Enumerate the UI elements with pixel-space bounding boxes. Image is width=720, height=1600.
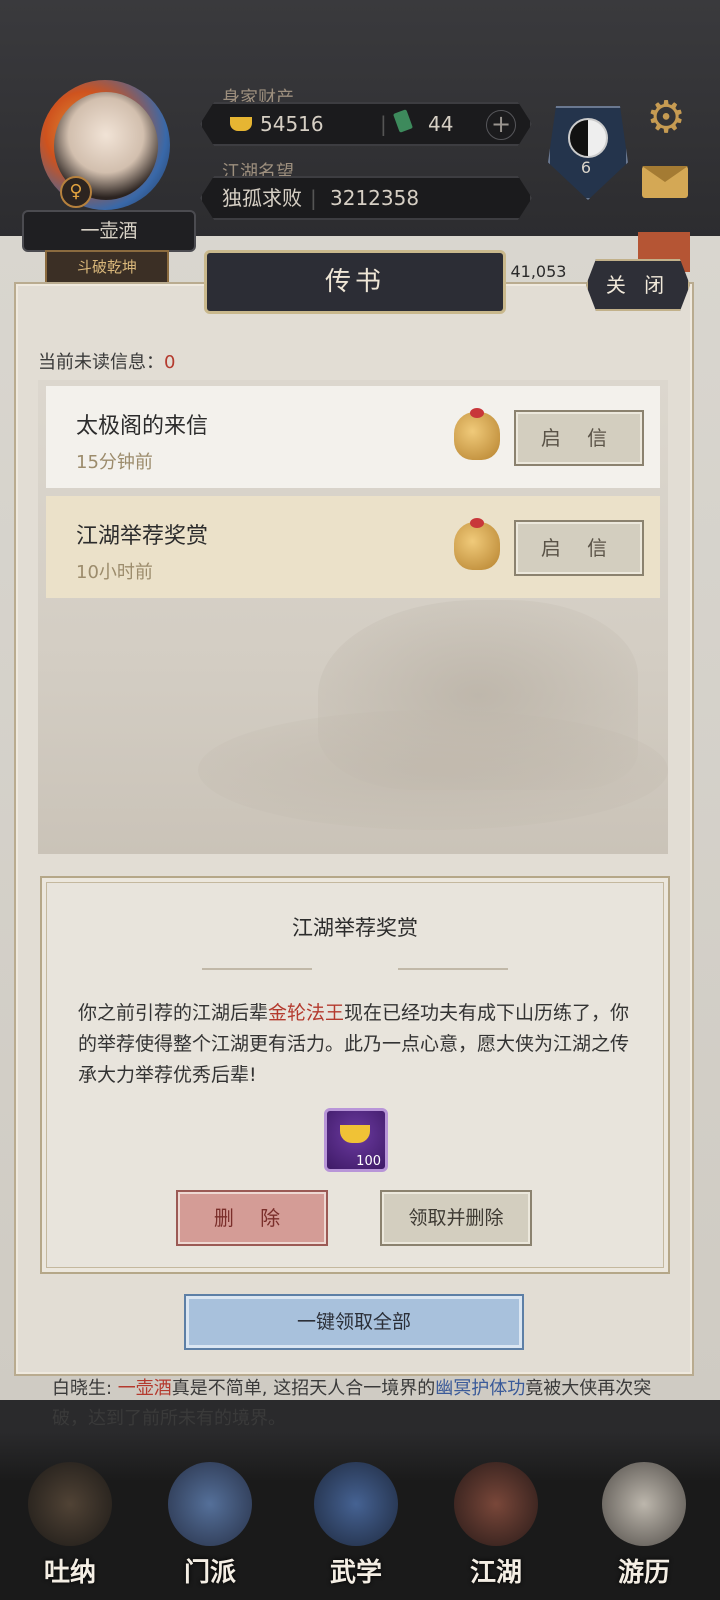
claim-all-button[interactable]: 一键领取全部 bbox=[184, 1294, 524, 1350]
chat-skill: 幽冥护体功 bbox=[435, 1378, 526, 1399]
message-list: 太极阁的来信 15分钟前 启 信 江湖举荐奖赏 10小时前 启 信 bbox=[38, 380, 668, 854]
divider-right bbox=[398, 968, 508, 970]
gold-amount: 54516 bbox=[260, 112, 324, 136]
chat-message: 白晓生: 一壶酒真是不简单, 这招天人合一境界的幽冥护体功竟被大侠再次突破，达到… bbox=[52, 1374, 672, 1434]
message-title: 太极阁的来信 bbox=[76, 414, 209, 439]
player-name: 一壶酒 bbox=[22, 210, 196, 252]
sect-icon bbox=[168, 1462, 252, 1546]
ink-painting-rock bbox=[198, 710, 668, 830]
gender-female-icon: ♀ bbox=[60, 176, 92, 208]
player-title: 斗破乾坤 bbox=[45, 250, 169, 284]
list-item-selected[interactable]: 江湖举荐奖赏 10小时前 启 信 bbox=[46, 496, 660, 598]
taiji-icon bbox=[568, 118, 608, 158]
nav-item-meditation[interactable]: 吐纳 bbox=[10, 1462, 130, 1592]
dialog-title: 传书 bbox=[204, 250, 506, 314]
nav-item-jianghu[interactable]: 江湖 bbox=[436, 1462, 556, 1592]
chat-text: 真是不简单, 这招天人合一境界的 bbox=[171, 1378, 436, 1399]
body-text: 你之前引荐的江湖后辈 bbox=[78, 1002, 269, 1024]
jianghu-icon bbox=[454, 1462, 538, 1546]
reputation-value: 3212358 bbox=[330, 186, 420, 210]
gold-ingot-icon bbox=[340, 1125, 370, 1143]
list-item[interactable]: 太极阁的来信 15分钟前 启 信 bbox=[46, 386, 660, 488]
nav-label: 吐纳 bbox=[43, 1558, 96, 1588]
gold-ingot-icon bbox=[230, 104, 252, 144]
wealth-bar: 54516 | 44 + bbox=[200, 102, 532, 146]
gift-bag-icon bbox=[454, 408, 500, 460]
bottom-nav: 吐纳 门派 武学 江湖 游历 bbox=[0, 1432, 720, 1600]
mail-icon[interactable] bbox=[642, 166, 688, 198]
rank-title: 独孤求败 bbox=[222, 186, 302, 210]
message-time: 15分钟前 bbox=[76, 452, 153, 473]
nav-label: 游历 bbox=[617, 1558, 670, 1588]
chat-player-name: 一壶酒 bbox=[117, 1378, 172, 1399]
nav-item-travel[interactable]: 游历 bbox=[584, 1462, 704, 1592]
reward-item[interactable]: 100 bbox=[324, 1108, 388, 1172]
level-badge[interactable]: 6 bbox=[548, 96, 628, 206]
close-button[interactable]: 关 闭 bbox=[586, 259, 690, 311]
claim-and-delete-button[interactable]: 领取并删除 bbox=[380, 1190, 532, 1246]
delete-button[interactable]: 删 除 bbox=[176, 1190, 328, 1246]
nav-label: 武学 bbox=[329, 1558, 382, 1588]
player-avatar[interactable]: ♀ bbox=[22, 80, 192, 230]
unread-label: 当前未读信息： bbox=[38, 352, 164, 373]
message-time: 10小时前 bbox=[76, 562, 153, 583]
body-highlight-name: 金轮法王 bbox=[268, 1002, 345, 1024]
gear-icon[interactable]: ⚙ bbox=[642, 94, 690, 142]
travel-icon bbox=[602, 1462, 686, 1546]
nav-item-martial-arts[interactable]: 武学 bbox=[296, 1462, 416, 1592]
message-title: 江湖举荐奖赏 bbox=[76, 524, 209, 549]
nav-item-sect[interactable]: 门派 bbox=[150, 1462, 270, 1592]
divider-left bbox=[202, 968, 312, 970]
chat-speaker: 白晓生: bbox=[52, 1378, 118, 1399]
nav-label: 门派 bbox=[183, 1558, 236, 1588]
detail-title: 江湖举荐奖赏 bbox=[292, 916, 418, 940]
bar-separator: | bbox=[380, 112, 387, 136]
reward-quantity: 100 bbox=[356, 1154, 381, 1169]
open-letter-button[interactable]: 启 信 bbox=[514, 410, 644, 466]
message-detail-panel: 江湖举荐奖赏 你之前引荐的江湖后辈金轮法王现在已经功夫有成下山历练了，你的举荐使… bbox=[40, 876, 670, 1274]
gift-bag-icon bbox=[454, 518, 500, 570]
jade-amount: 44 bbox=[428, 112, 454, 136]
bar-separator: | bbox=[310, 186, 317, 210]
unread-number: 0 bbox=[164, 352, 176, 373]
detail-body: 你之前引荐的江湖后辈金轮法王现在已经功夫有成下山历练了，你的举荐使得整个江湖更有… bbox=[78, 998, 638, 1091]
open-letter-button[interactable]: 启 信 bbox=[514, 520, 644, 576]
martial-arts-icon bbox=[314, 1462, 398, 1546]
level-number: 6 bbox=[580, 158, 592, 177]
reputation-bar: 独孤求败 | 3212358 bbox=[200, 176, 532, 220]
meditation-icon bbox=[28, 1462, 112, 1546]
nav-label: 江湖 bbox=[469, 1558, 522, 1588]
add-currency-button[interactable]: + bbox=[486, 110, 516, 140]
unread-count: 当前未读信息：0 bbox=[38, 348, 175, 374]
jade-icon bbox=[396, 104, 410, 144]
